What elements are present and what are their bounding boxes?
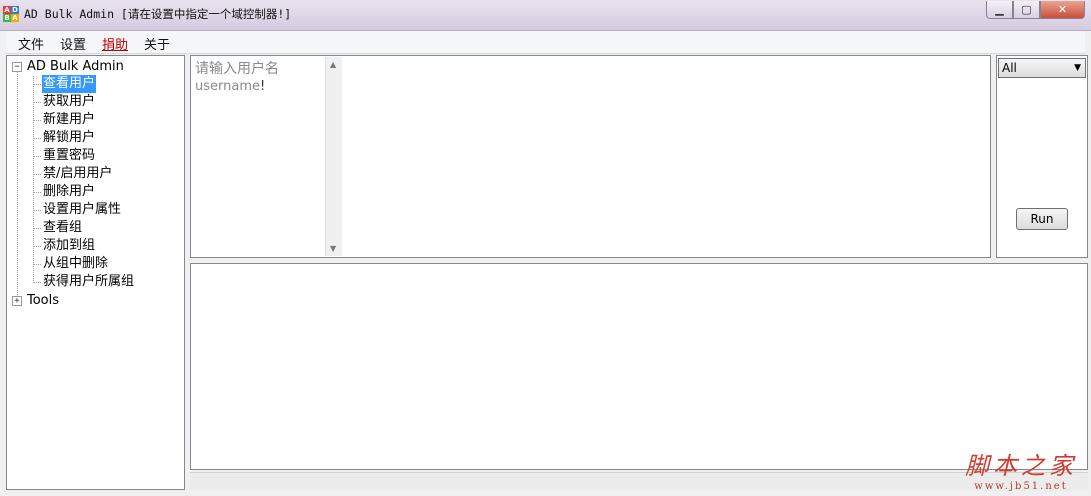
tree-branch-line xyxy=(33,210,41,211)
tree-tools-label[interactable]: Tools xyxy=(26,292,60,310)
action-panel: All ▼ Run xyxy=(996,55,1088,258)
scroll-up-icon[interactable]: ▲ xyxy=(330,60,336,69)
input-scrollbar[interactable]: ▲ ▼ xyxy=(325,57,342,256)
tree-item-label[interactable]: 查看组 xyxy=(42,219,83,237)
app-icon: A D B A xyxy=(3,6,19,22)
collapse-icon[interactable]: − xyxy=(12,62,22,72)
expand-icon[interactable]: + xyxy=(12,296,22,306)
tree-item-label[interactable]: 解锁用户 xyxy=(42,129,96,147)
tree-item-label[interactable]: 获得用户所属组 xyxy=(42,273,135,291)
tree-branch-line xyxy=(33,76,34,281)
window-controls: ▁ ▢ ✕ xyxy=(986,1,1085,19)
tree-item-label[interactable]: 删除用户 xyxy=(42,183,96,201)
tree-root-label[interactable]: AD Bulk Admin xyxy=(26,58,125,76)
tree-branch-line xyxy=(33,192,41,193)
scroll-down-icon[interactable]: ▼ xyxy=(330,244,336,253)
username-placeholder: 请输入用户名 xyxy=(195,61,279,77)
window-title: AD Bulk Admin [请在设置中指定一个域控制器!] xyxy=(24,7,292,21)
close-button[interactable]: ✕ xyxy=(1040,1,1085,19)
tree-branch-line xyxy=(33,228,41,229)
tree-item-label[interactable]: 新建用户 xyxy=(42,111,96,129)
tree-item-label[interactable]: 禁/启用用户 xyxy=(42,165,113,183)
run-button[interactable]: Run xyxy=(1016,208,1068,230)
tree-branch-line xyxy=(33,282,41,283)
tree-item-label[interactable]: 从组中删除 xyxy=(42,255,109,273)
tree-branch-line xyxy=(33,102,41,103)
username-input-area[interactable]: 请输入用户名 username! ▲ ▼ xyxy=(190,55,991,258)
maximize-button[interactable]: ▢ xyxy=(1013,1,1040,19)
tree-branch-line xyxy=(33,174,41,175)
site-watermark: 脚本之家 www.jb51.net xyxy=(965,452,1077,492)
tree-branch-line xyxy=(33,246,41,247)
menu-about[interactable]: 关于 xyxy=(144,34,170,53)
username-example: username! xyxy=(195,79,266,94)
tree-item-label[interactable]: 添加到组 xyxy=(42,237,96,255)
tree-item-label[interactable]: 设置用户属性 xyxy=(42,201,122,219)
minimize-button[interactable]: ▁ xyxy=(986,1,1013,19)
menu-settings[interactable]: 设置 xyxy=(60,34,86,53)
tree-item-label[interactable]: 重置密码 xyxy=(42,147,96,165)
tree-item-label[interactable]: 查看用户 xyxy=(42,75,97,93)
chevron-down-icon: ▼ xyxy=(1074,63,1081,73)
menu-file[interactable]: 文件 xyxy=(18,34,44,53)
tree-branch-line xyxy=(33,156,41,157)
tree-branch-line xyxy=(33,264,41,265)
tree-connector xyxy=(17,72,18,301)
filter-select[interactable]: All ▼ xyxy=(998,58,1086,78)
menu-donate[interactable]: 捐助 xyxy=(102,34,128,53)
title-bar: A D B A AD Bulk Admin [请在设置中指定一个域控制器!] ▁… xyxy=(0,0,1091,31)
output-area[interactable] xyxy=(190,263,1088,470)
menu-bar: 文件 设置 捐助 关于 xyxy=(6,31,1085,54)
navigation-tree: − AD Bulk Admin 查看用户 获取用户 新建用户 解锁用户 重置密码 禁/启用… xyxy=(6,55,185,490)
tree-branch-line xyxy=(33,138,41,139)
tree-item-label[interactable]: 获取用户 xyxy=(42,93,96,111)
tree-branch-line xyxy=(33,84,41,85)
status-bar xyxy=(190,472,1088,491)
tree-branch-line xyxy=(33,120,41,121)
